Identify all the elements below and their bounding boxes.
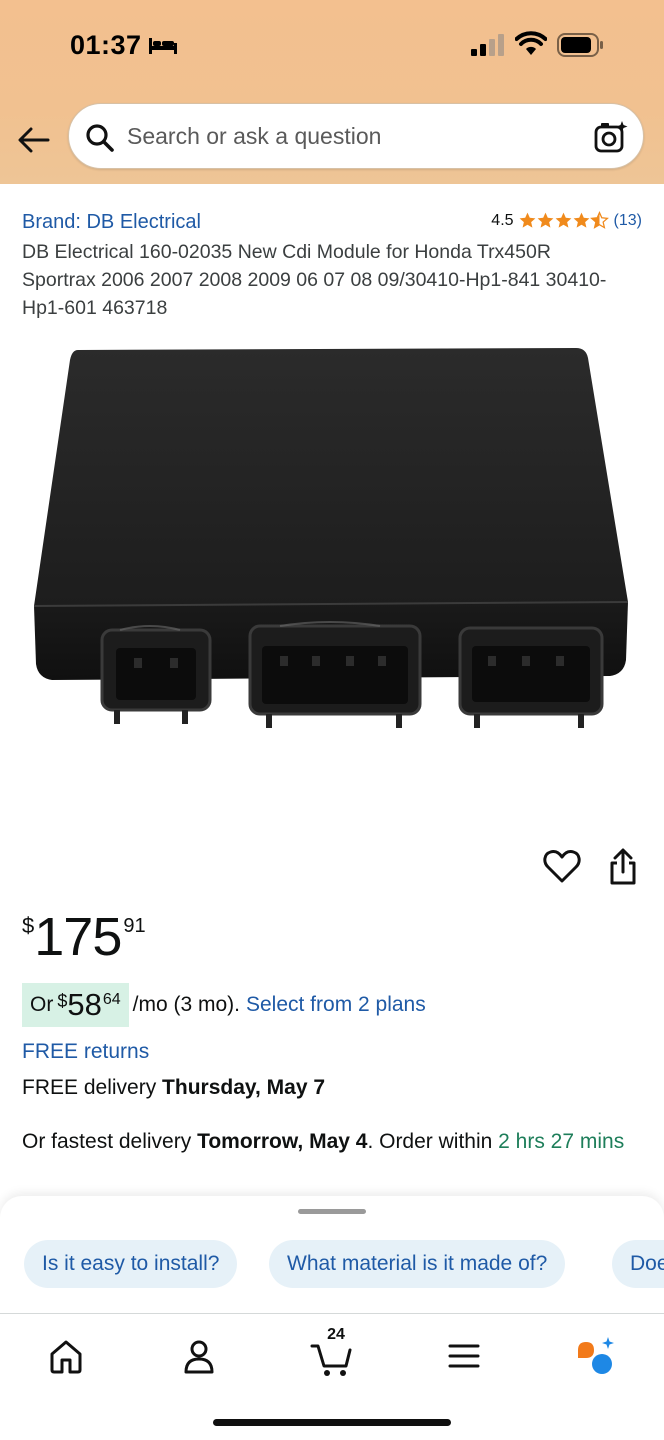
search-icon xyxy=(86,124,114,152)
camera-icon[interactable] xyxy=(593,119,629,155)
installment-offer: Or $ 58 64 /mo (3 mo). Select from 2 pla… xyxy=(22,983,426,1027)
price-whole: 175 xyxy=(34,907,122,967)
home-icon[interactable] xyxy=(44,1334,88,1378)
installment-fraction: 64 xyxy=(102,991,121,1008)
signal-icon xyxy=(471,34,504,56)
installment-price: Or $ 58 64 xyxy=(22,983,129,1027)
home-indicator xyxy=(213,1419,451,1426)
rating-summary[interactable]: 4.5 (13) xyxy=(491,211,642,230)
account-icon[interactable] xyxy=(177,1334,221,1378)
delivery-info: FREE delivery Thursday, May 7 xyxy=(22,1076,325,1100)
bed-icon xyxy=(149,38,177,54)
question-chip[interactable]: What material is it made of? xyxy=(269,1240,566,1288)
select-plans-link[interactable]: Select from 2 plans xyxy=(246,993,426,1017)
fastest-delivery-info: Or fastest delivery Tomorrow, May 4. Ord… xyxy=(22,1126,647,1157)
delivery-countdown: 2 hrs 27 mins xyxy=(498,1130,625,1153)
cart-count-badge: 24 xyxy=(327,1326,345,1343)
rufus-icon[interactable] xyxy=(574,1334,618,1378)
price: $ 175 91 xyxy=(22,905,146,969)
battery-icon xyxy=(557,33,603,57)
rating-stars xyxy=(518,211,609,230)
question-chip[interactable]: Is it easy to install? xyxy=(24,1240,238,1288)
back-arrow-icon xyxy=(18,127,50,153)
ask-questions-sheet: Is it easy to install? What material is … xyxy=(0,1196,664,1316)
rating-count[interactable]: (13) xyxy=(614,212,642,230)
rating-value: 4.5 xyxy=(491,211,514,229)
star-icon xyxy=(519,212,535,228)
star-icon xyxy=(573,212,589,228)
fastest-middle: . Order within xyxy=(367,1130,493,1153)
delivery-date: Thursday, May 7 xyxy=(162,1076,326,1099)
sheet-grabber[interactable] xyxy=(298,1209,366,1214)
brand-link[interactable]: Brand: DB Electrical xyxy=(22,211,201,234)
installment-symbol: $ xyxy=(57,991,68,1011)
back-button[interactable] xyxy=(14,120,54,160)
fastest-prefix: Or fastest delivery xyxy=(22,1130,192,1153)
fastest-date: Tomorrow, May 4 xyxy=(197,1130,368,1153)
search-input[interactable] xyxy=(127,116,567,156)
status-time: 01:37 xyxy=(70,30,142,60)
question-chip[interactable]: Does xyxy=(612,1240,664,1288)
top-header: 01:37 xyxy=(0,0,664,184)
star-icon xyxy=(537,212,553,228)
share-icon[interactable] xyxy=(606,848,640,886)
menu-icon[interactable] xyxy=(442,1334,486,1378)
heart-icon[interactable] xyxy=(543,848,581,884)
free-returns-link[interactable]: FREE returns xyxy=(22,1040,149,1064)
wifi-icon xyxy=(515,31,547,55)
price-fraction: 91 xyxy=(123,915,146,937)
product-title: DB Electrical 160-02035 New Cdi Module f… xyxy=(22,241,607,319)
delivery-prefix: FREE delivery xyxy=(22,1076,157,1099)
star-icon xyxy=(555,212,571,228)
price-symbol: $ xyxy=(22,913,35,938)
installment-whole: 58 xyxy=(67,987,102,1022)
half-star-icon xyxy=(589,211,609,229)
installment-terms: /mo (3 mo). xyxy=(132,993,240,1016)
search-bar[interactable] xyxy=(68,103,644,169)
product-image[interactable] xyxy=(30,340,634,800)
installment-prefix: Or xyxy=(30,993,54,1016)
